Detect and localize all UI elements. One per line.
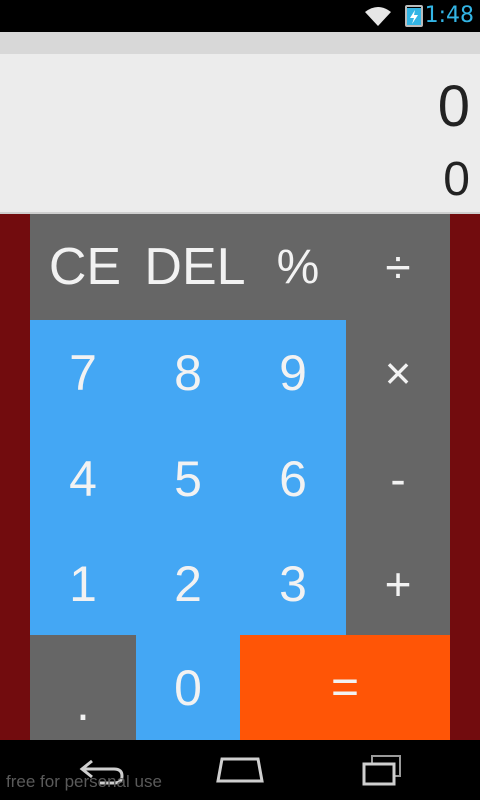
digit-2-button[interactable]: 2 xyxy=(136,532,240,635)
action-bar xyxy=(0,32,480,54)
digit-0-button[interactable]: 0 xyxy=(136,635,240,740)
digit-3-button[interactable]: 3 xyxy=(240,532,346,635)
clear-entry-button[interactable]: CE xyxy=(30,214,140,320)
wifi-icon xyxy=(365,7,391,26)
keypad: CE DEL % ÷ × - + 7 8 9 4 5 6 1 2 3 . 0 = xyxy=(0,214,480,740)
percent-button[interactable]: % xyxy=(250,214,346,320)
home-button[interactable] xyxy=(210,752,270,788)
calculator-display: 0 0 xyxy=(0,54,480,214)
digit-6-button[interactable]: 6 xyxy=(240,426,346,532)
plus-button[interactable]: + xyxy=(346,532,450,635)
result-field: 0 xyxy=(443,153,470,206)
digit-1-button[interactable]: 1 xyxy=(30,532,136,635)
decimal-button[interactable]: . xyxy=(30,635,136,740)
digit-4-button[interactable]: 4 xyxy=(30,426,136,532)
digit-7-button[interactable]: 7 xyxy=(30,320,136,426)
recent-apps-button[interactable] xyxy=(352,752,412,788)
multiply-button[interactable]: × xyxy=(346,320,450,426)
digit-9-button[interactable]: 9 xyxy=(240,320,346,426)
divide-button[interactable]: ÷ xyxy=(346,214,450,320)
minus-button[interactable]: - xyxy=(346,426,450,532)
delete-button[interactable]: DEL xyxy=(140,214,250,320)
recent-apps-icon xyxy=(362,755,401,786)
home-icon xyxy=(216,757,264,783)
expression-field[interactable]: 0 xyxy=(438,74,470,140)
status-bar: 1:48 xyxy=(0,0,480,32)
equals-button[interactable]: = xyxy=(240,635,450,740)
clock: 1:48 xyxy=(424,3,474,28)
digit-5-button[interactable]: 5 xyxy=(136,426,240,532)
watermark-text: free for personal use xyxy=(6,772,162,791)
digit-8-button[interactable]: 8 xyxy=(136,320,240,426)
